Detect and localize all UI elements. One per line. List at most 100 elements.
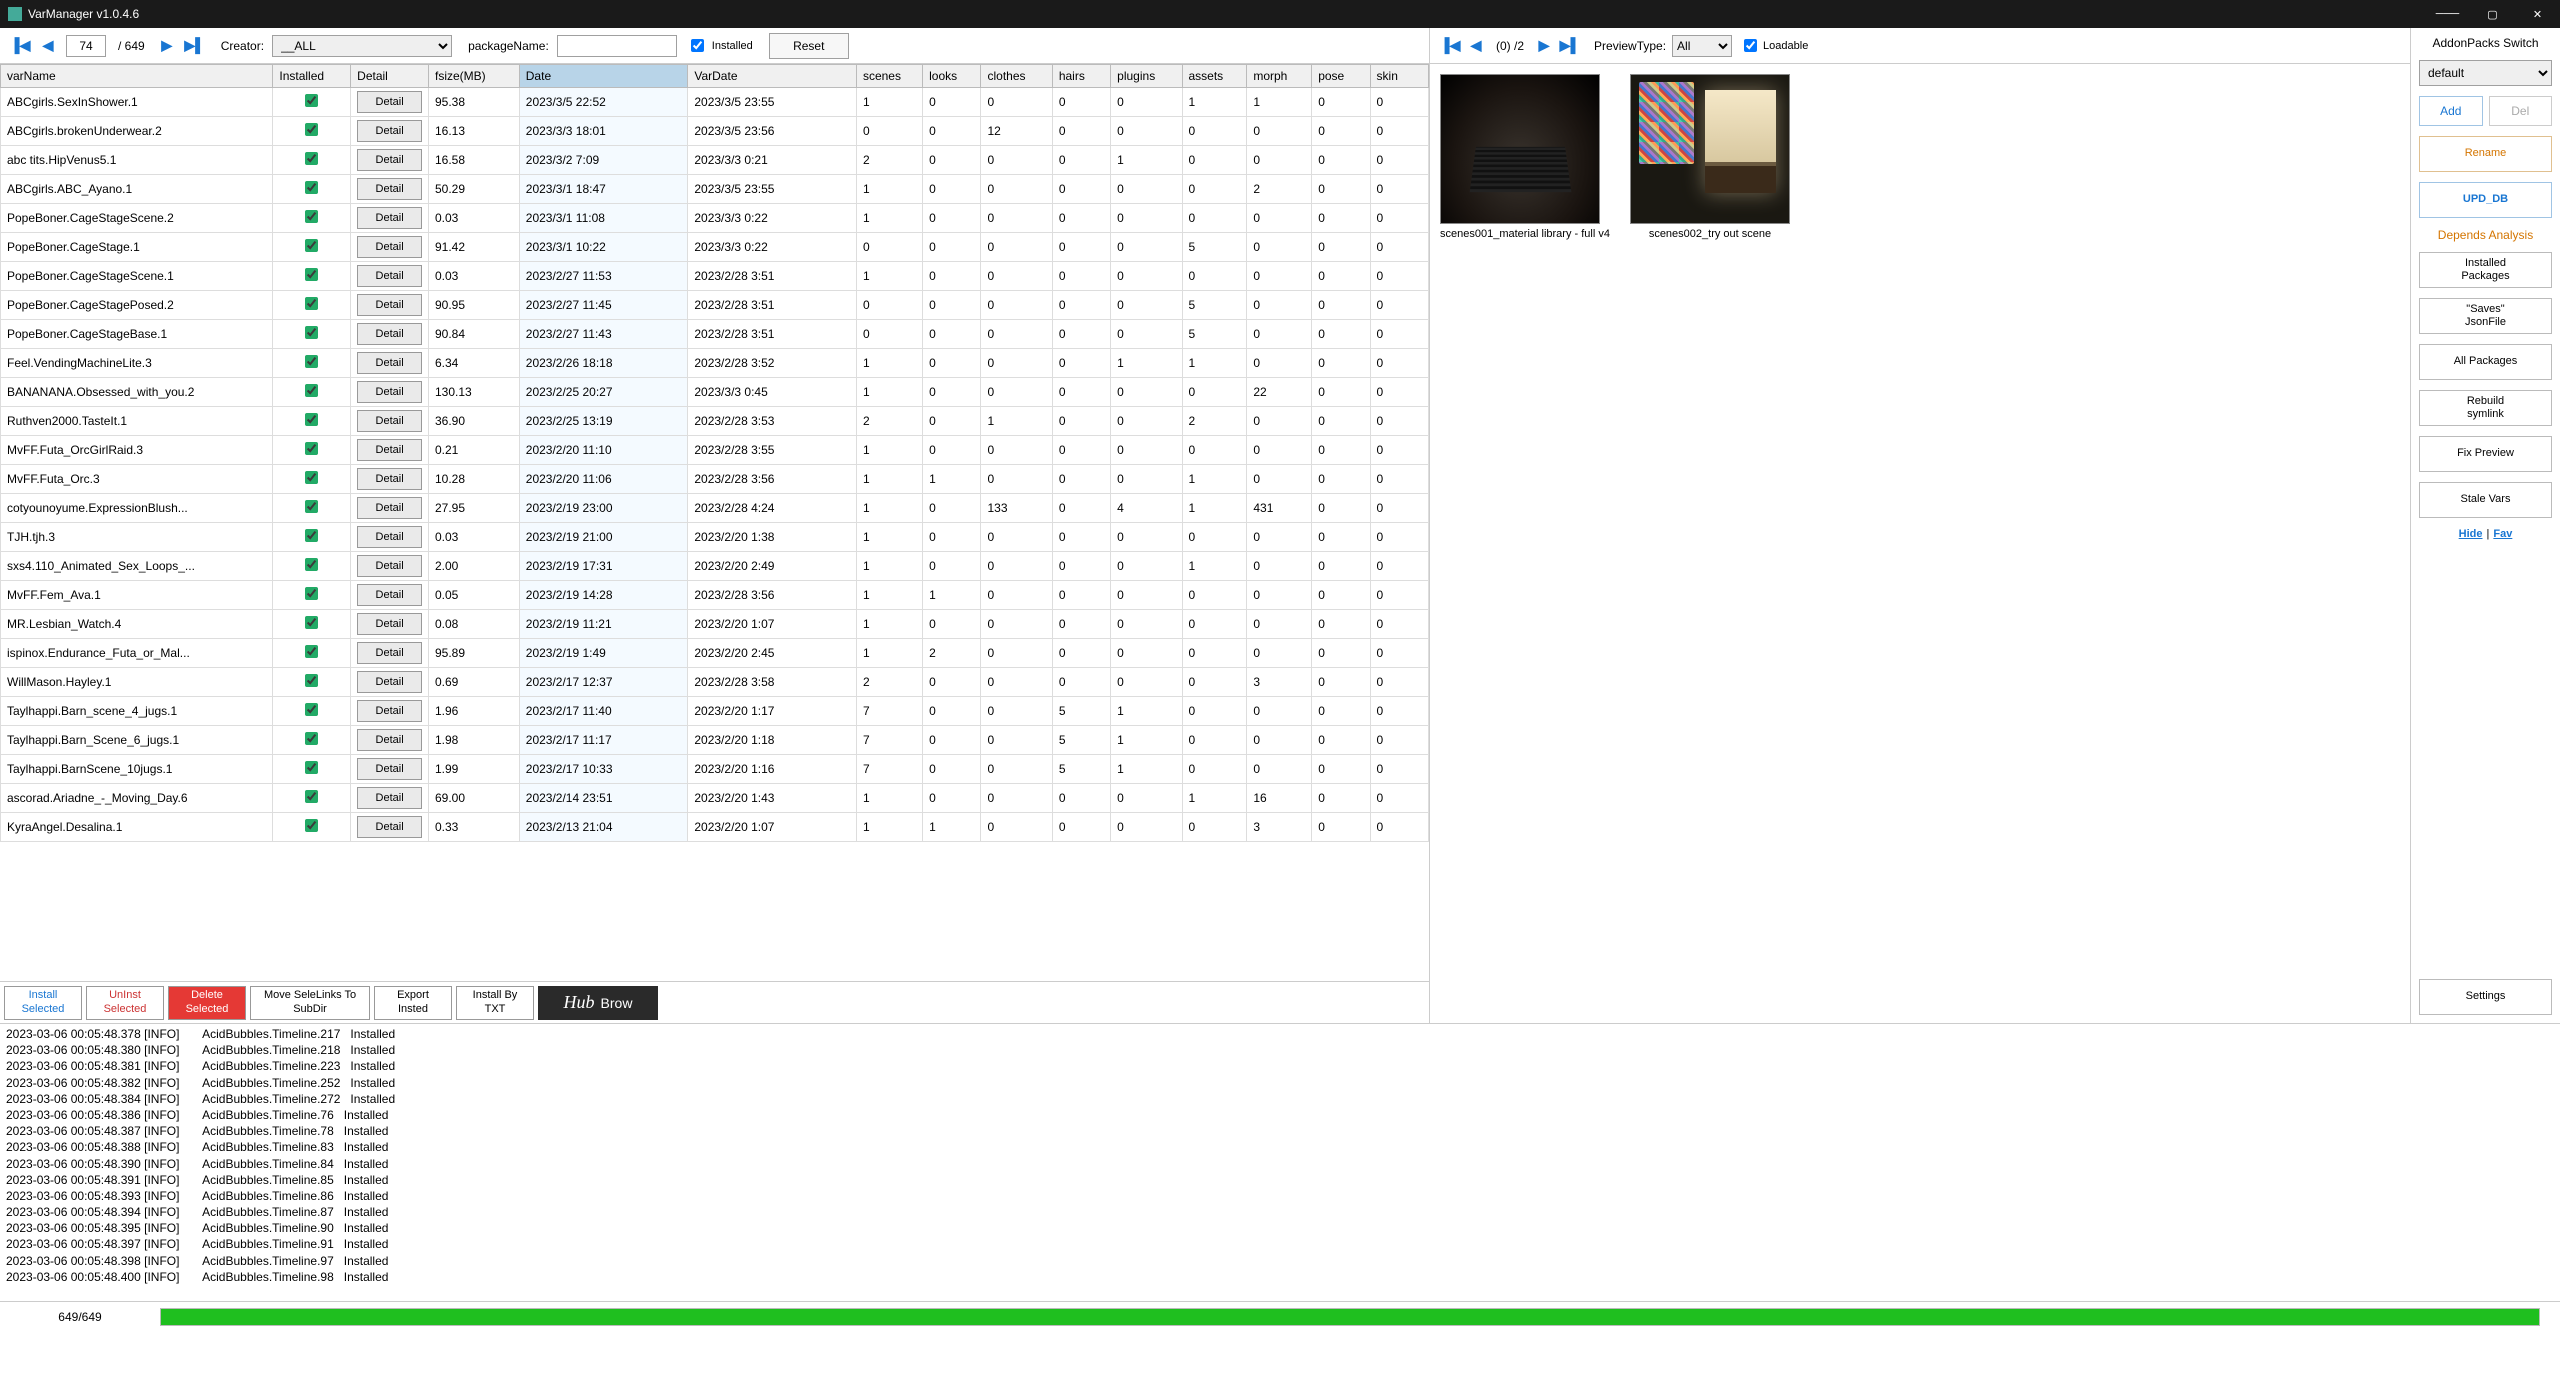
table-row[interactable]: sxs4.110_Animated_Sex_Loops_...Detail2.0…	[1, 552, 1429, 581]
column-header[interactable]: Date	[519, 65, 688, 88]
installed-row-checkbox[interactable]	[305, 210, 318, 223]
installed-row-checkbox[interactable]	[305, 761, 318, 774]
preview-prev-icon[interactable]: ◀	[1466, 36, 1486, 56]
table-row[interactable]: Taylhappi.Barn_Scene_6_jugs.1Detail1.982…	[1, 726, 1429, 755]
installed-row-checkbox[interactable]	[305, 94, 318, 107]
detail-button[interactable]: Detail	[357, 468, 422, 490]
settings-button[interactable]: Settings	[2419, 979, 2552, 1015]
column-header[interactable]: hairs	[1052, 65, 1110, 88]
installed-row-checkbox[interactable]	[305, 674, 318, 687]
column-header[interactable]: fsize(MB)	[428, 65, 519, 88]
installed-row-checkbox[interactable]	[305, 181, 318, 194]
installed-row-checkbox[interactable]	[305, 703, 318, 716]
detail-button[interactable]: Detail	[357, 236, 422, 258]
installed-row-checkbox[interactable]	[305, 587, 318, 600]
reset-button[interactable]: Reset	[769, 33, 849, 59]
installed-row-checkbox[interactable]	[305, 732, 318, 745]
installed-row-checkbox[interactable]	[305, 645, 318, 658]
saves-jsonfile-button[interactable]: "Saves" JsonFile	[2419, 298, 2552, 334]
detail-button[interactable]: Detail	[357, 265, 422, 287]
table-scroll[interactable]: varNameInstalledDetailfsize(MB)DateVarDa…	[0, 64, 1429, 981]
table-row[interactable]: cotyounoyume.ExpressionBlush...Detail27.…	[1, 494, 1429, 523]
fix-preview-button[interactable]: Fix Preview	[2419, 436, 2552, 472]
addon-rename-button[interactable]: Rename	[2419, 136, 2552, 172]
addon-add-button[interactable]: Add	[2419, 96, 2483, 126]
creator-select[interactable]: __ALL	[272, 35, 452, 57]
preview-first-icon[interactable]: ▐◀	[1440, 36, 1460, 56]
table-row[interactable]: Taylhappi.Barn_scene_4_jugs.1Detail1.962…	[1, 697, 1429, 726]
table-row[interactable]: ascorad.Ariadne_-_Moving_Day.6Detail69.0…	[1, 784, 1429, 813]
table-row[interactable]: ABCgirls.SexInShower.1Detail95.382023/3/…	[1, 88, 1429, 117]
column-header[interactable]: pose	[1312, 65, 1370, 88]
detail-button[interactable]: Detail	[357, 323, 422, 345]
delete-selected-button[interactable]: Delete Selected	[168, 986, 246, 1020]
detail-button[interactable]: Detail	[357, 497, 422, 519]
log-area[interactable]: 2023-03-06 00:05:48.378 [INFO] AcidBubbl…	[0, 1023, 2560, 1301]
column-header[interactable]: varName	[1, 65, 273, 88]
table-row[interactable]: Ruthven2000.TasteIt.1Detail36.902023/2/2…	[1, 407, 1429, 436]
last-page-icon[interactable]: ▶▌	[185, 36, 205, 56]
preview-last-icon[interactable]: ▶▌	[1560, 36, 1580, 56]
preview-type-select[interactable]: All	[1672, 35, 1732, 57]
column-header[interactable]: clothes	[981, 65, 1052, 88]
installed-row-checkbox[interactable]	[305, 268, 318, 281]
installed-row-checkbox[interactable]	[305, 123, 318, 136]
detail-button[interactable]: Detail	[357, 700, 422, 722]
column-header[interactable]: scenes	[856, 65, 922, 88]
page-input[interactable]	[66, 35, 106, 57]
addon-select[interactable]: default	[2419, 60, 2552, 86]
maximize-button[interactable]: ▢	[2470, 0, 2515, 28]
table-row[interactable]: MvFF.Futa_OrcGirlRaid.3Detail0.212023/2/…	[1, 436, 1429, 465]
detail-button[interactable]: Detail	[357, 91, 422, 113]
installed-row-checkbox[interactable]	[305, 616, 318, 629]
detail-button[interactable]: Detail	[357, 671, 422, 693]
installed-row-checkbox[interactable]	[305, 529, 318, 542]
addon-del-button[interactable]: Del	[2489, 96, 2553, 126]
installed-row-checkbox[interactable]	[305, 384, 318, 397]
next-page-icon[interactable]: ▶	[157, 36, 177, 56]
installed-row-checkbox[interactable]	[305, 558, 318, 571]
upd-db-button[interactable]: UPD_DB	[2419, 182, 2552, 218]
detail-button[interactable]: Detail	[357, 584, 422, 606]
table-row[interactable]: PopeBoner.CageStage.1Detail91.422023/3/1…	[1, 233, 1429, 262]
table-row[interactable]: PopeBoner.CageStageScene.1Detail0.032023…	[1, 262, 1429, 291]
all-packages-button[interactable]: All Packages	[2419, 344, 2552, 380]
table-row[interactable]: PopeBoner.CageStageBase.1Detail90.842023…	[1, 320, 1429, 349]
detail-button[interactable]: Detail	[357, 439, 422, 461]
installed-row-checkbox[interactable]	[305, 297, 318, 310]
installed-row-checkbox[interactable]	[305, 442, 318, 455]
thumbnail-item[interactable]: scenes002_try out scene	[1630, 74, 1790, 240]
detail-button[interactable]: Detail	[357, 149, 422, 171]
table-row[interactable]: KyraAngel.Desalina.1Detail0.332023/2/13 …	[1, 813, 1429, 842]
installed-row-checkbox[interactable]	[305, 413, 318, 426]
detail-button[interactable]: Detail	[357, 642, 422, 664]
hide-link[interactable]: Hide	[2459, 528, 2483, 540]
install-txt-button[interactable]: Install By TXT	[456, 986, 534, 1020]
table-row[interactable]: MvFF.Futa_Orc.3Detail10.282023/2/20 11:0…	[1, 465, 1429, 494]
detail-button[interactable]: Detail	[357, 816, 422, 838]
detail-button[interactable]: Detail	[357, 352, 422, 374]
column-header[interactable]: plugins	[1111, 65, 1182, 88]
column-header[interactable]: morph	[1247, 65, 1312, 88]
table-row[interactable]: PopeBoner.CageStageScene.2Detail0.032023…	[1, 204, 1429, 233]
table-row[interactable]: ABCgirls.ABC_Ayano.1Detail50.292023/3/1 …	[1, 175, 1429, 204]
detail-button[interactable]: Detail	[357, 294, 422, 316]
column-header[interactable]: Detail	[351, 65, 429, 88]
detail-button[interactable]: Detail	[357, 207, 422, 229]
installed-row-checkbox[interactable]	[305, 500, 318, 513]
column-header[interactable]: looks	[923, 65, 981, 88]
table-row[interactable]: MvFF.Fem_Ava.1Detail0.052023/2/19 14:282…	[1, 581, 1429, 610]
detail-button[interactable]: Detail	[357, 758, 422, 780]
table-row[interactable]: MR.Lesbian_Watch.4Detail0.082023/2/19 11…	[1, 610, 1429, 639]
installed-row-checkbox[interactable]	[305, 239, 318, 252]
export-insted-button[interactable]: Export Insted	[374, 986, 452, 1020]
prev-page-icon[interactable]: ◀	[38, 36, 58, 56]
table-row[interactable]: PopeBoner.CageStagePosed.2Detail90.95202…	[1, 291, 1429, 320]
detail-button[interactable]: Detail	[357, 178, 422, 200]
package-input[interactable]	[557, 35, 677, 57]
move-links-button[interactable]: Move SeleLinks To SubDir	[250, 986, 370, 1020]
installed-row-checkbox[interactable]	[305, 819, 318, 832]
table-row[interactable]: WillMason.Hayley.1Detail0.692023/2/17 12…	[1, 668, 1429, 697]
hub-browse-button[interactable]: Hub Brow	[538, 986, 658, 1020]
table-row[interactable]: ispinox.Endurance_Futa_or_Mal...Detail95…	[1, 639, 1429, 668]
